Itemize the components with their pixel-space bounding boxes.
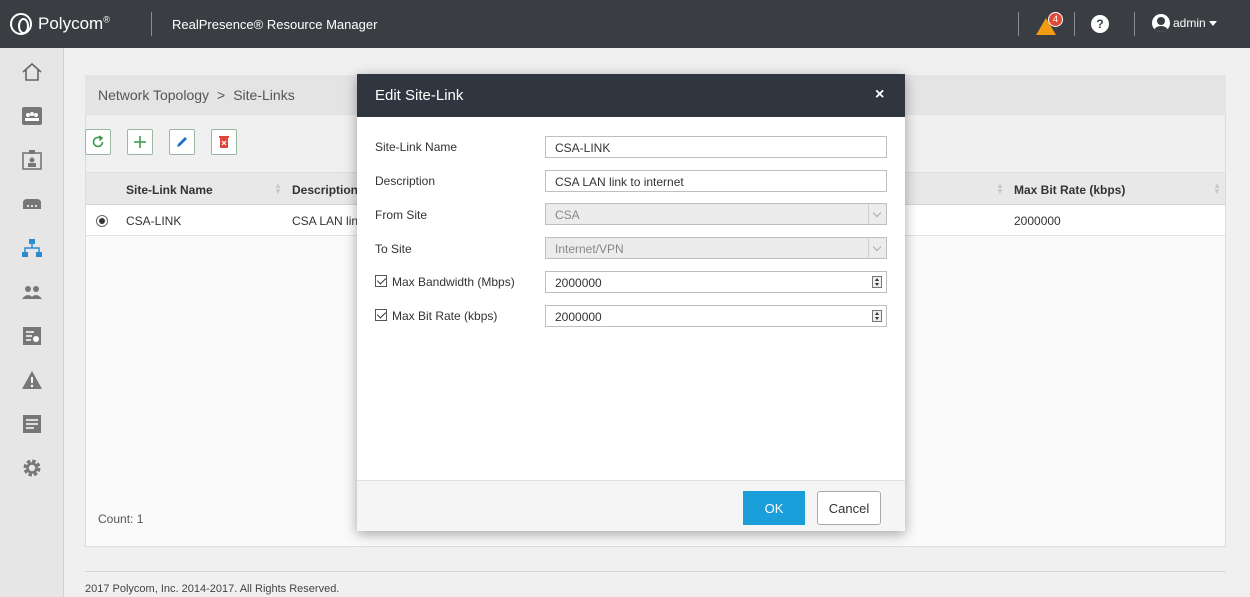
breadcrumb: Network Topology > Site-Links: [98, 87, 295, 103]
chevron-down-icon: [868, 204, 886, 224]
from-site-value: CSA: [555, 208, 580, 222]
max-bit-rate-label: Max Bit Rate (kbps): [392, 309, 498, 323]
dialog-footer: OK Cancel: [357, 480, 905, 531]
site-link-name-label: Site-Link Name: [375, 140, 458, 154]
ok-button[interactable]: OK: [743, 491, 805, 525]
home-icon: [22, 62, 42, 81]
breadcrumb-current: Site-Links: [233, 87, 295, 103]
sort-icon[interactable]: ▲ ▼: [274, 182, 282, 196]
alerts-icon: [22, 371, 42, 389]
sidebar-item-network-devices[interactable]: [0, 184, 64, 224]
conference-icon: [22, 107, 42, 125]
sidebar: [0, 48, 64, 597]
max-bit-rate-input[interactable]: 2000000: [545, 305, 887, 327]
user-menu[interactable]: admin: [1152, 14, 1217, 32]
sidebar-item-home[interactable]: [0, 52, 64, 92]
breadcrumb-separator: >: [217, 87, 226, 103]
divider: [1074, 12, 1075, 36]
network-topology-icon: [22, 239, 42, 257]
sidebar-item-network-topology[interactable]: [0, 228, 64, 268]
column-header-max-bit-rate[interactable]: Max Bit Rate (kbps): [1014, 183, 1125, 197]
sort-icon[interactable]: ▲ ▼: [1213, 182, 1221, 196]
polycom-logo[interactable]: Polycom®: [10, 12, 110, 36]
max-bit-rate-value: 2000000: [555, 310, 602, 324]
caret-down-icon: [1208, 20, 1217, 26]
edit-icon: [177, 137, 187, 147]
site-link-name-input[interactable]: CSA-LINK: [545, 136, 887, 158]
cancel-button[interactable]: Cancel: [817, 491, 881, 525]
endpoint-icon: [22, 150, 42, 170]
from-site-select: CSA: [545, 203, 887, 225]
sidebar-item-logs[interactable]: [0, 404, 64, 444]
add-icon: [134, 136, 146, 148]
alerts-button[interactable]: 4: [1034, 12, 1064, 38]
description-label: Description: [375, 174, 436, 188]
logs-icon: [23, 415, 41, 433]
edit-site-link-dialog: Edit Site-Link × Site-Link Name CSA-LINK…: [357, 74, 905, 531]
cell-site-link-name: CSA-LINK: [126, 214, 182, 228]
help-icon[interactable]: ?: [1091, 15, 1109, 33]
top-bar: Polycom® RealPresence® Resource Manager …: [0, 0, 1250, 48]
dialog-title: Edit Site-Link: [375, 87, 464, 104]
sort-icon[interactable]: ▲ ▼: [996, 182, 1004, 196]
row-count: Count: 1: [98, 512, 144, 526]
chevron-down-icon: [868, 238, 886, 258]
sidebar-item-endpoints[interactable]: [0, 140, 64, 180]
dialog-header: Edit Site-Link ×: [357, 74, 905, 117]
refresh-icon: [92, 135, 104, 148]
description-input[interactable]: CSA LAN link to internet: [545, 170, 887, 192]
max-bandwidth-input[interactable]: 2000000: [545, 271, 887, 293]
copyright: 2017 Polycom, Inc. 2014-2017. All Rights…: [85, 583, 340, 595]
column-header-site-link-name[interactable]: Site-Link Name: [126, 183, 213, 197]
to-site-select: Internet/VPN: [545, 237, 887, 259]
spinner-icon[interactable]: [872, 310, 882, 322]
max-bandwidth-value: 2000000: [555, 276, 602, 290]
brand-mark: ®: [103, 14, 110, 25]
max-bandwidth-label: Max Bandwidth (Mbps): [392, 275, 515, 289]
to-site-label: To Site: [375, 242, 412, 256]
divider: [151, 12, 152, 36]
cell-max-bit-rate: 2000000: [1014, 214, 1061, 228]
to-site-value: Internet/VPN: [555, 242, 624, 256]
sidebar-item-alerts[interactable]: [0, 360, 64, 400]
max-bandwidth-checkbox[interactable]: [375, 275, 387, 287]
max-bit-rate-checkbox[interactable]: [375, 309, 387, 321]
users-icon: [22, 286, 42, 299]
from-site-label: From Site: [375, 208, 428, 222]
sidebar-item-users[interactable]: [0, 272, 64, 312]
divider: [1018, 12, 1019, 36]
reports-icon: [23, 327, 41, 345]
refresh-button[interactable]: [85, 129, 111, 155]
user-avatar-icon: [1152, 14, 1170, 32]
close-icon[interactable]: ×: [875, 86, 884, 104]
brand-name: Polycom: [38, 14, 104, 33]
settings-icon: [23, 459, 41, 477]
app-title: RealPresence® Resource Manager: [172, 17, 378, 32]
sidebar-item-reports[interactable]: [0, 316, 64, 356]
edit-button[interactable]: [169, 129, 195, 155]
column-header-description[interactable]: Description: [292, 183, 358, 197]
network-device-icon: [23, 199, 41, 209]
spinner-icon[interactable]: [872, 276, 882, 288]
cell-description: CSA LAN link to internet: [292, 214, 357, 228]
user-name: admin: [1173, 16, 1206, 30]
sidebar-item-settings[interactable]: [0, 448, 64, 488]
footer-divider: [85, 571, 1226, 572]
divider: [1134, 12, 1135, 36]
add-button[interactable]: [127, 129, 153, 155]
polycom-logo-icon: [10, 13, 32, 35]
sidebar-item-conferences[interactable]: [0, 96, 64, 136]
breadcrumb-parent[interactable]: Network Topology: [98, 87, 209, 103]
delete-button[interactable]: [211, 129, 237, 155]
alert-count-badge: 4: [1048, 12, 1063, 27]
row-select-radio[interactable]: [96, 215, 108, 227]
delete-icon: [219, 136, 229, 148]
